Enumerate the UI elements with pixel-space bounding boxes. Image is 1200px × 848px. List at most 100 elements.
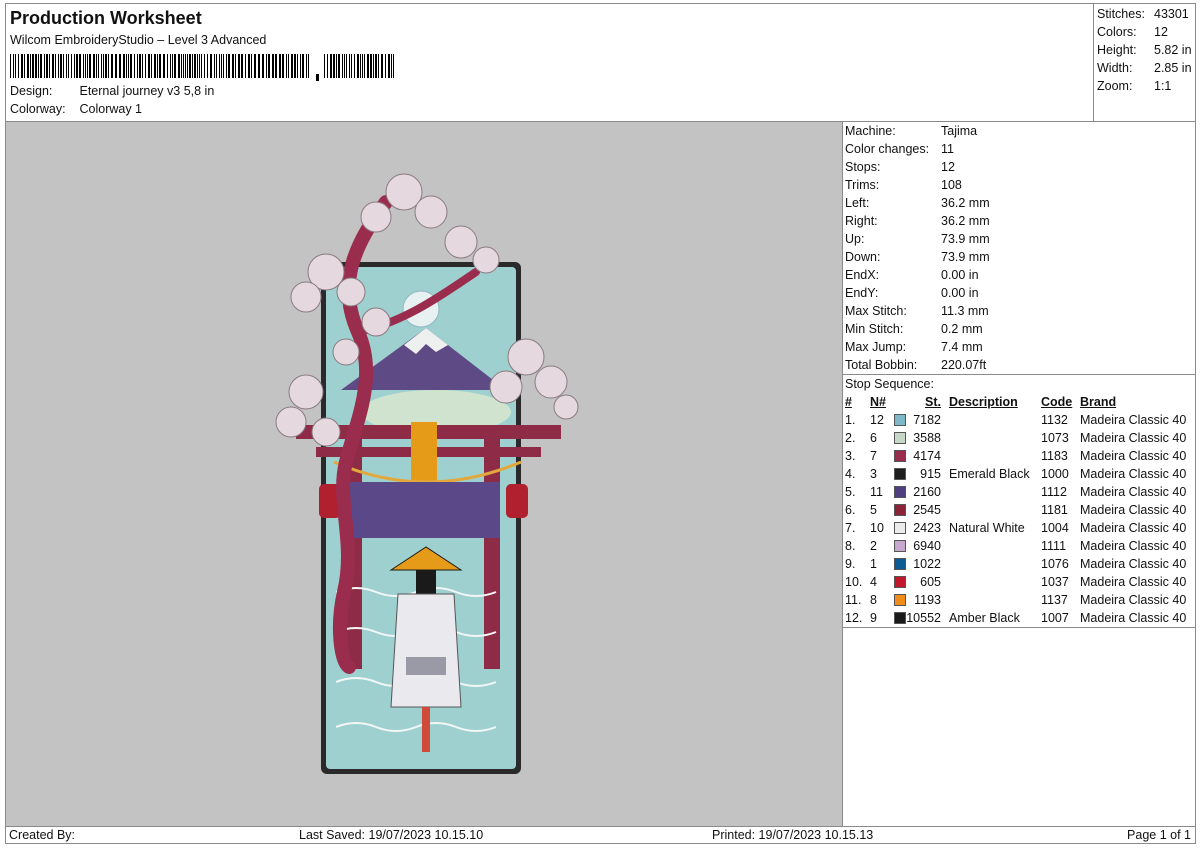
needle-number: 9: [870, 611, 877, 625]
stat-width: Width: 2.85 in: [1097, 61, 1192, 75]
worksheet-frame: Production Worksheet Wilcom EmbroiderySt…: [5, 3, 1196, 844]
embroidery-design-preview-icon: [275, 173, 579, 774]
colorway-value: Colorway 1: [79, 102, 143, 116]
barcode-icon: [10, 52, 396, 82]
table-row: 9. 1 1022 1076 Madeira Classic 40: [843, 555, 1195, 573]
color-swatch: [894, 504, 906, 516]
col-code: Code: [1041, 395, 1073, 409]
stitch-count: 2423: [913, 521, 941, 535]
stat-colors: Colors: 12: [1097, 25, 1168, 39]
col-brand: Brand: [1080, 395, 1117, 409]
stitch-count: 605: [920, 575, 941, 589]
thread-brand: Madeira Classic 40: [1080, 557, 1187, 571]
info-min-stitch: Min Stitch: 0.2 mm: [845, 322, 983, 336]
color-swatch: [894, 522, 906, 534]
table-row: 3. 7 4174 1183 Madeira Classic 40: [843, 447, 1195, 465]
thread-brand: Madeira Classic 40: [1080, 575, 1187, 589]
table-row: 4. 3 915 Emerald Black 1000 Madeira Classic 4…: [843, 465, 1195, 483]
row-index: 4.: [845, 467, 856, 481]
table-row: 5. 11 2160 1112 Madeira Classic 40: [843, 483, 1195, 501]
row-index: 5.: [845, 485, 856, 499]
stat-height: Height: 5.82 in: [1097, 43, 1192, 57]
color-swatch: [894, 594, 906, 606]
needle-number: 1: [870, 557, 877, 571]
needle-number: 8: [870, 593, 877, 607]
row-index: 7.: [845, 521, 856, 535]
color-description: Amber Black: [949, 611, 1020, 625]
design-value: Eternal journey v3 5,8 in: [79, 84, 215, 98]
row-index: 11.: [845, 593, 862, 607]
thread-code: 1007: [1041, 611, 1069, 625]
needle-number: 11: [870, 485, 883, 499]
thread-code: 1183: [1041, 449, 1068, 463]
table-row: 8. 2 6940 1111 Madeira Classic 40: [843, 537, 1195, 555]
table-row: 11. 8 1193 1137 Madeira Classic 40: [843, 591, 1195, 609]
color-swatch: [894, 576, 906, 588]
color-swatch: [894, 486, 906, 498]
row-index: 10.: [845, 575, 863, 589]
stitch-count: 1193: [914, 593, 941, 607]
thread-code: 1132: [1041, 413, 1068, 427]
stat-zoom: Zoom: 1:1: [1097, 79, 1172, 93]
thread-brand: Madeira Classic 40: [1080, 431, 1187, 445]
col-desc: Description: [949, 395, 1018, 409]
row-index: 6.: [845, 503, 856, 517]
thread-brand: Madeira Classic 40: [1080, 449, 1187, 463]
stitch-count: 3588: [913, 431, 941, 445]
design-stats: Stitches: 43301 Colors: 12 Height: 5.82 in …: [1093, 4, 1197, 121]
design-label: Design:: [10, 84, 53, 98]
color-swatch: [894, 612, 906, 624]
stop-table-header: # N# St. Description Code Brand: [843, 393, 1195, 411]
needle-number: 6: [870, 431, 877, 445]
info-endy: EndY: 0.00 in: [845, 286, 979, 300]
table-row: 1. 12 7182 1132 Madeira Classic 40: [843, 411, 1195, 429]
info-trims: Trims: 108: [845, 178, 962, 192]
stitch-count: 2160: [913, 485, 941, 499]
worksheet-footer: Created By: Last Saved: 19/07/2023 10.15…: [6, 827, 1195, 844]
info-max-jump: Max Jump: 7.4 mm: [845, 340, 983, 354]
color-description: Natural White: [949, 521, 1025, 535]
created-by: Created By:: [9, 828, 76, 842]
color-swatch: [894, 450, 906, 462]
color-swatch: [894, 432, 906, 444]
thread-brand: Madeira Classic 40: [1080, 413, 1187, 427]
needle-number: 12: [870, 413, 884, 427]
thread-code: 1137: [1041, 593, 1068, 607]
stitch-count: 915: [920, 467, 941, 481]
col-idx: #: [845, 395, 852, 409]
stitch-count: 1022: [913, 557, 941, 571]
stitch-count: 10552: [906, 611, 941, 625]
thread-code: 1073: [1041, 431, 1069, 445]
stitch-count: 7182: [913, 413, 941, 427]
worksheet-header: Production Worksheet Wilcom EmbroiderySt…: [6, 4, 1093, 121]
needle-number: 4: [870, 575, 877, 589]
stop-sequence-label: Stop Sequence:: [845, 377, 934, 391]
details-panel: Machine: Tajima Color changes: 11 Stops: 12…: [843, 122, 1195, 826]
info-max-stitch: Max Stitch: 11.3 mm: [845, 304, 989, 318]
row-index: 9.: [845, 557, 856, 571]
col-st: St.: [925, 395, 941, 409]
needle-number: 10: [870, 521, 884, 535]
needle-number: 3: [870, 467, 877, 481]
row-index: 2.: [845, 431, 856, 445]
last-saved: Last Saved: 19/07/2023 10.15.10: [299, 828, 484, 842]
thread-brand: Madeira Classic 40: [1080, 611, 1187, 625]
thread-brand: Madeira Classic 40: [1080, 521, 1187, 535]
stitch-count: 4174: [913, 449, 941, 463]
info-left: Left: 36.2 mm: [845, 196, 990, 210]
divider: [843, 627, 1195, 628]
info-total-bobbin: Total Bobbin: 220.07ft: [845, 358, 987, 372]
page-title: Production Worksheet: [10, 8, 202, 28]
thread-brand: Madeira Classic 40: [1080, 485, 1187, 499]
page-number: Page 1 of 1: [1127, 828, 1191, 842]
stat-stitches: Stitches: 43301: [1097, 7, 1189, 21]
thread-brand: Madeira Classic 40: [1080, 503, 1187, 517]
table-row: 7. 10 2423 Natural White 1004 Madeira Classic…: [843, 519, 1195, 537]
table-row: 12. 9 10552 Amber Black 1007 Madeira Classic …: [843, 609, 1195, 627]
thread-code: 1112: [1041, 485, 1067, 499]
needle-number: 5: [870, 503, 877, 517]
thread-code: 1004: [1041, 521, 1069, 535]
thread-brand: Madeira Classic 40: [1080, 593, 1187, 607]
col-n: N#: [870, 395, 886, 409]
needle-number: 2: [870, 539, 877, 553]
